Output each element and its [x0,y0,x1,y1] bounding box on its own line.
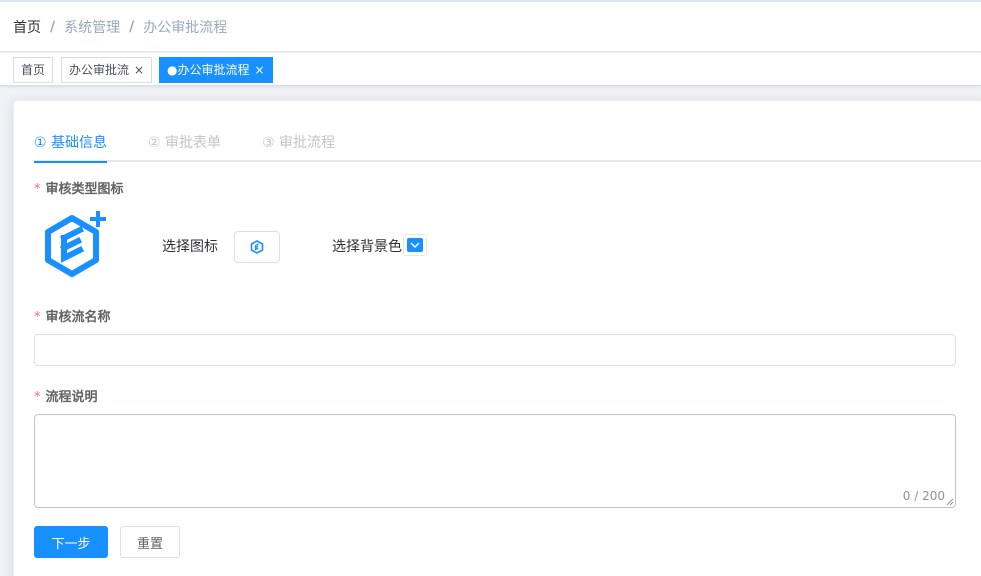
next-step-button[interactable]: 下一步 [34,526,108,558]
required-mark: * [34,182,41,197]
choose-icon-button[interactable] [234,231,280,263]
breadcrumb-separator: / [129,18,135,35]
form-card: ① 基础信息 ② 审批表单 ③ 审批流程 * 审核类型图标 选择图标 选择背景色 … [13,100,981,576]
plus-icon [90,211,106,227]
tag-label: ●办公审批流程 [167,63,250,77]
color-swatch [407,238,423,252]
close-icon[interactable]: × [254,63,264,77]
flow-desc-label: * 流程说明 [34,386,98,405]
breadcrumb-home[interactable]: 首页 [13,17,41,37]
bg-color-picker[interactable] [403,234,427,256]
tags-view-bar: 首页 办公审批流 × ●办公审批流程 × [0,53,981,86]
hexagon-e-icon [250,240,264,254]
close-icon[interactable]: × [134,63,144,77]
choose-bg-label: 选择背景色 [332,239,402,255]
flow-name-label-text: 审核流名称 [45,310,111,325]
flow-desc-label-text: 流程说明 [45,390,98,405]
chevron-down-icon [410,242,420,248]
tag-office-approval-process[interactable]: ●办公审批流程 × [159,57,273,83]
hexagon-e-icon [45,211,106,277]
breadcrumb-separator: / [50,18,56,35]
flow-desc-textarea[interactable]: 0 / 200 [34,414,956,508]
tab-basic-info[interactable]: ① 基础信息 [34,132,108,163]
resize-handle-icon[interactable] [946,498,954,506]
tag-label: 办公审批流 [69,63,130,77]
choose-icon-label: 选择图标 [162,239,218,255]
tag-label: 首页 [21,63,46,77]
breadcrumb-current: 办公审批流程 [143,19,228,36]
tab-approval-process[interactable]: ③ 审批流程 [262,132,335,160]
flow-name-input[interactable] [34,334,956,366]
tab-approval-form[interactable]: ② 审批表单 [148,132,221,160]
steps-tabs: ① 基础信息 ② 审批表单 ③ 审批流程 [34,101,981,163]
required-mark: * [34,390,41,405]
tag-office-approval[interactable]: 办公审批流 × [61,57,153,83]
required-mark: * [34,310,41,325]
breadcrumb-system: 系统管理 [64,19,121,36]
breadcrumb: 首页 / 系统管理 / 办公审批流程 [0,2,981,52]
flow-name-label: * 审核流名称 [34,306,111,325]
icon-section-label-text: 审核类型图标 [45,182,124,197]
reset-button[interactable]: 重置 [120,526,180,558]
tag-home[interactable]: 首页 [13,57,54,83]
icon-section-label: * 审核类型图标 [34,178,124,197]
char-counter: 0 / 200 [902,489,945,503]
